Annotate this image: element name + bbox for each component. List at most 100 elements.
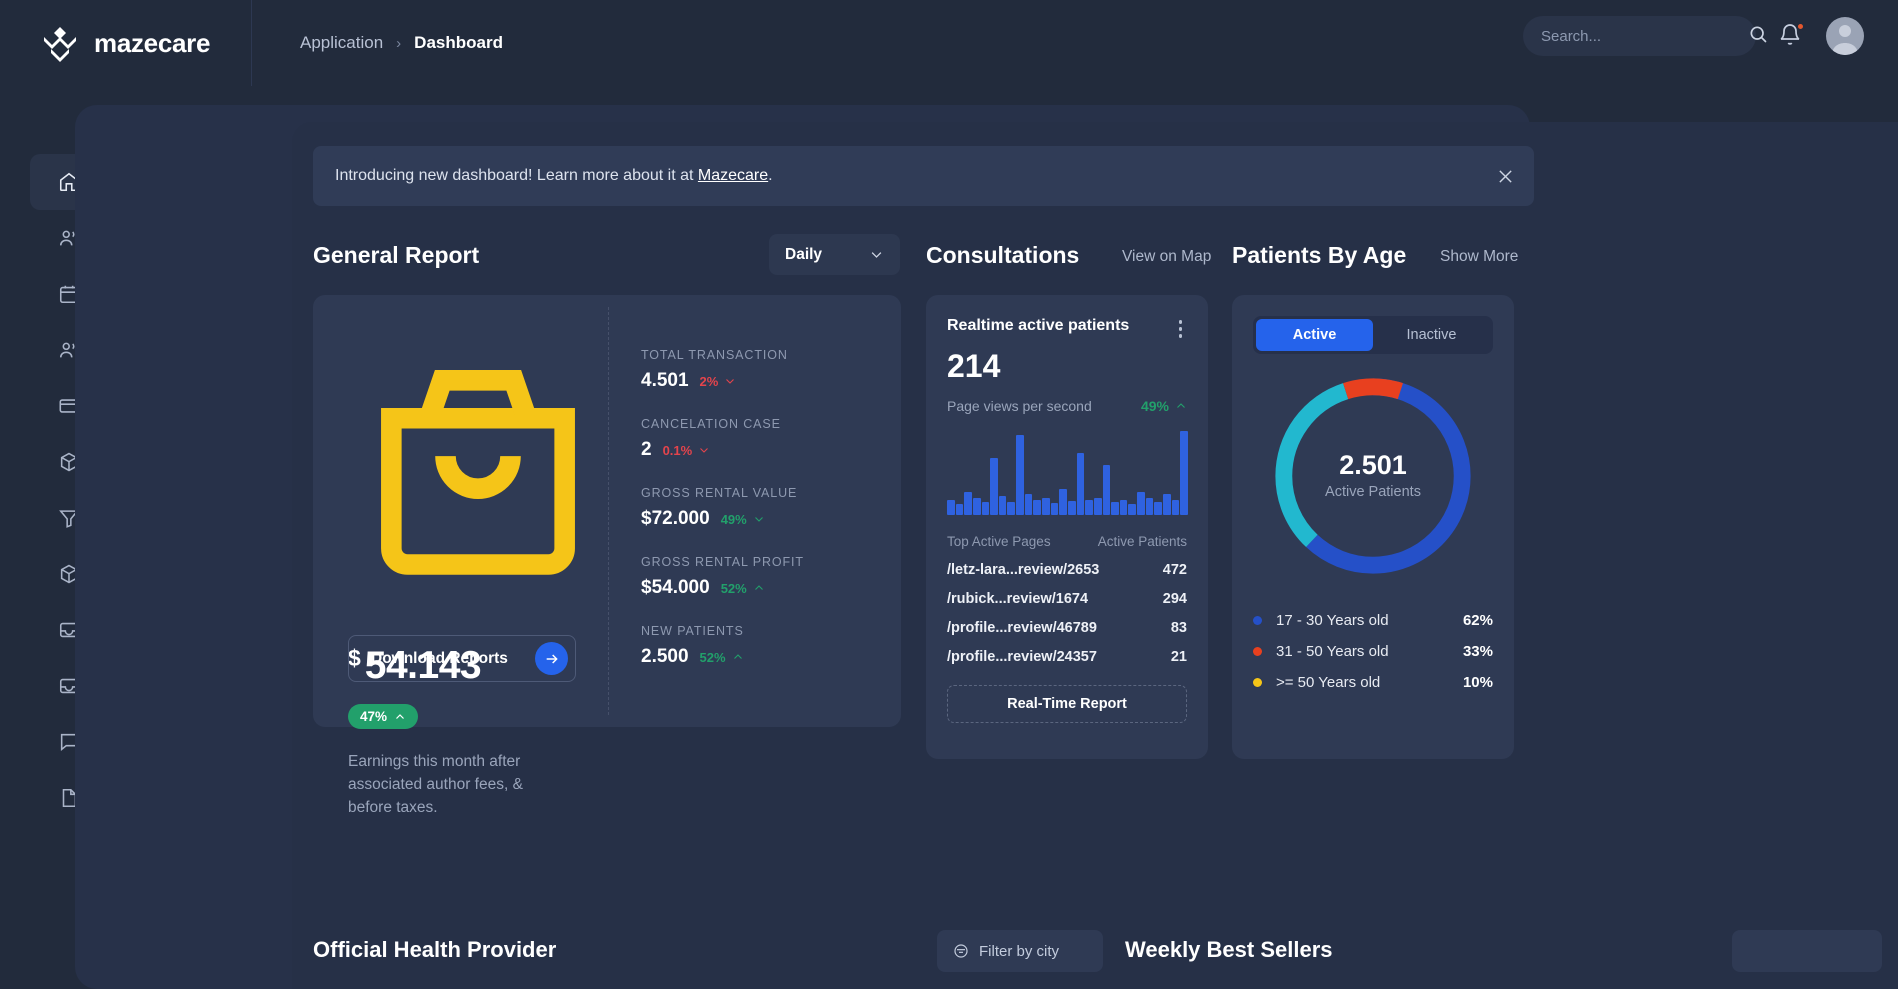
breadcrumb: Application › Dashboard [300, 33, 503, 53]
stat-delta: 49% [721, 512, 765, 527]
sparkline-bar [1172, 500, 1180, 514]
page-views-delta: 49% [1141, 398, 1187, 414]
best-sellers-action-chip[interactable] [1732, 930, 1882, 972]
brand-logo-area[interactable]: mazecare [0, 0, 252, 86]
consultations-title: Consultations [926, 242, 1079, 269]
download-reports-button[interactable]: Download Reports [348, 635, 576, 682]
page-path: /rubick...review/1674 [947, 591, 1088, 607]
donut-center-label: 2.501 Active Patients [1253, 450, 1493, 500]
show-more-link[interactable]: Show More [1440, 248, 1518, 266]
period-select[interactable]: Daily [769, 234, 900, 275]
legend-item: 31 - 50 Years old 33% [1253, 643, 1493, 660]
stat-delta: 2% [700, 374, 737, 389]
stat-delta: 52% [721, 581, 765, 596]
breadcrumb-application[interactable]: Application [300, 33, 383, 53]
more-options-icon[interactable] [1174, 317, 1188, 341]
sparkline-bar [1180, 431, 1188, 515]
search-box[interactable] [1523, 16, 1756, 56]
stat-delta-value: 52% [721, 581, 747, 596]
sparkline-bar [1025, 494, 1033, 514]
announcement-banner: Introducing new dashboard! Learn more ab… [313, 146, 1534, 206]
shopping-bag-icon [348, 584, 608, 601]
sparkline-bar [1111, 502, 1119, 514]
sparkline-bar [1154, 502, 1162, 514]
earnings-panel: $ 54.143 47% Earnings this month after a… [313, 295, 608, 727]
general-report-card: $ 54.143 47% Earnings this month after a… [313, 295, 901, 727]
legend-label: 31 - 50 Years old [1276, 643, 1463, 660]
patients-by-age-card: Active Inactive 2.501 Active Patients [1232, 295, 1514, 759]
consultations-card: Realtime active patients 214 Page views … [926, 295, 1208, 759]
top-active-pages-header: Top Active Pages [947, 534, 1051, 549]
sparkline-bar [990, 458, 998, 514]
page-count: 472 [1163, 562, 1187, 578]
page-views-delta-value: 49% [1141, 398, 1169, 414]
chevron-down-icon [753, 513, 765, 525]
tab-inactive[interactable]: Inactive [1373, 319, 1490, 351]
filter-by-city-button[interactable]: Filter by city [937, 930, 1103, 972]
legend-label: >= 50 Years old [1276, 674, 1463, 691]
stat-label: NEW PATIENTS [641, 624, 901, 638]
real-time-report-button[interactable]: Real-Time Report [947, 685, 1187, 723]
sparkline-bar [1094, 498, 1102, 514]
legend-item: >= 50 Years old 10% [1253, 674, 1493, 691]
sparkline-bar [1120, 500, 1128, 514]
stat-delta: 52% [700, 650, 744, 665]
notifications-button[interactable] [1778, 23, 1804, 49]
period-select-value: Daily [785, 246, 822, 264]
close-icon[interactable] [1497, 168, 1514, 185]
legend-value: 62% [1463, 612, 1493, 629]
sparkline-bar [1085, 500, 1093, 514]
view-on-map-link[interactable]: View on Map [1122, 248, 1211, 266]
legend-value: 10% [1463, 674, 1493, 691]
table-row: /profile...review/46789 83 [947, 620, 1187, 636]
page-count: 21 [1171, 649, 1187, 665]
chevron-down-icon [698, 444, 710, 456]
avatar[interactable] [1826, 17, 1864, 55]
stat-value: 2 [641, 439, 652, 461]
sparkline-bar [1128, 504, 1136, 514]
legend-dot-red [1253, 647, 1262, 656]
page-path: /letz-lara...review/2653 [947, 562, 1099, 578]
top-bar-actions [1523, 16, 1864, 56]
active-inactive-toggle: Active Inactive [1253, 316, 1493, 354]
chevron-down-icon [869, 247, 884, 262]
sparkline-bar [1146, 498, 1154, 514]
legend-value: 33% [1463, 643, 1493, 660]
table-row: /rubick...review/1674 294 [947, 591, 1187, 607]
sparkline-bar [1103, 465, 1111, 514]
table-row: /letz-lara...review/2653 472 [947, 562, 1187, 578]
sparkline-bar [1033, 500, 1041, 514]
weekly-best-sellers-title: Weekly Best Sellers [1125, 937, 1333, 963]
chevron-up-icon [1175, 400, 1187, 412]
card-divider [608, 307, 609, 715]
donut-sublabel: Active Patients [1253, 484, 1493, 500]
stat-value: $72.000 [641, 508, 710, 530]
growth-badge: 47% [348, 704, 418, 729]
banner-text: Introducing new dashboard! Learn more ab… [335, 167, 773, 185]
page-count: 294 [1163, 591, 1187, 607]
sparkline-bar [1059, 489, 1067, 515]
breadcrumb-dashboard[interactable]: Dashboard [414, 33, 503, 53]
sparkline-bar [1016, 435, 1024, 515]
stat-label: TOTAL TRANSACTION [641, 348, 901, 362]
arrow-right-icon [535, 642, 568, 675]
search-input[interactable] [1541, 28, 1740, 45]
search-icon[interactable] [1748, 24, 1768, 49]
sparkline-bar [1068, 501, 1076, 514]
stat-label: GROSS RENTAL PROFIT [641, 555, 901, 569]
filter-icon [953, 943, 969, 959]
stat-gross-rental-value: GROSS RENTAL VALUE $72.000 49% [641, 486, 901, 530]
sparkline-bar [982, 502, 990, 514]
stat-delta-value: 0.1% [663, 443, 693, 458]
top-bar: mazecare Application › Dashboard [0, 0, 1898, 86]
chevron-down-icon [724, 375, 736, 387]
sparkline-bar [1051, 503, 1059, 514]
sparkline-bar [1007, 502, 1015, 514]
banner-link[interactable]: Mazecare [698, 167, 768, 184]
sparkline-bar [973, 498, 981, 514]
active-patients-count: 214 [947, 348, 1187, 385]
stat-delta: 0.1% [663, 443, 711, 458]
tab-active[interactable]: Active [1256, 319, 1373, 351]
sparkline-bar [999, 496, 1007, 514]
sparkline-bar [1163, 494, 1171, 514]
